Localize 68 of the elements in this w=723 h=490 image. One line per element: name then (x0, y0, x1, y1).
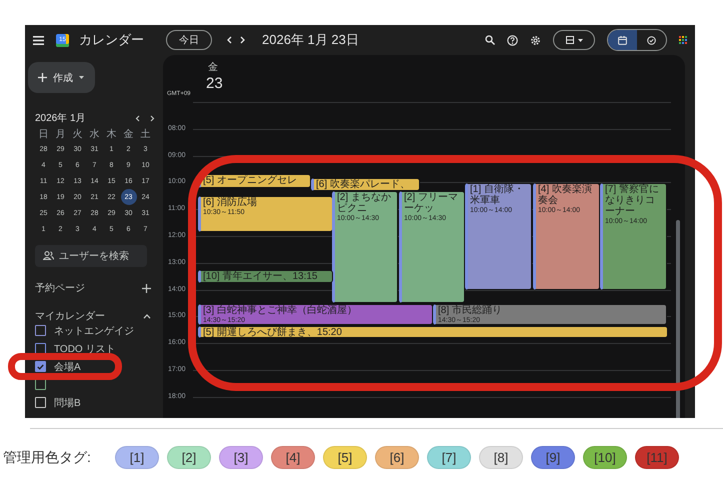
event-title: [6] 吹奏楽パレード、 (316, 179, 410, 190)
plus-icon (38, 73, 47, 82)
checkbox[interactable] (35, 379, 46, 390)
event-card[interactable]: [6] 吹奏楽パレード、 (311, 178, 420, 191)
color-tag: [1] (115, 446, 159, 469)
weekday-label: 日 (38, 128, 50, 141)
event-title: [3] 白蛇神事とご神幸（白蛇酒屋） (203, 305, 357, 316)
color-tag: [8] (479, 446, 523, 469)
weekday-label: 金 (208, 61, 218, 74)
view-select[interactable] (553, 30, 595, 50)
color-tag: [10] (583, 446, 627, 469)
date-title: 2026年 1月 23日 (262, 31, 359, 49)
section-title: マイカレンダー (35, 310, 106, 323)
day-number: 23 (206, 75, 223, 92)
calendar-icon (618, 36, 627, 44)
calendar-view-button[interactable] (608, 30, 637, 50)
scrollbar[interactable] (676, 220, 680, 418)
event-title: [5] 開運しろへび餅まき、15:20 (203, 327, 342, 337)
weekday-label: 水 (88, 128, 100, 141)
color-tag: [4] (271, 446, 315, 469)
color-tag: [7] (427, 446, 471, 469)
calendar-name: 問場B (54, 396, 81, 410)
color-tag: [6] (375, 446, 419, 469)
settings-icon[interactable] (530, 34, 541, 46)
checkbox[interactable] (35, 397, 46, 408)
weekday-label: 月 (54, 128, 66, 141)
people-icon (43, 251, 54, 260)
calendar-name: TODO リスト (54, 342, 116, 356)
checkbox[interactable] (35, 325, 46, 336)
apps-grid-icon[interactable] (679, 36, 687, 44)
menu-icon[interactable] (33, 36, 44, 44)
app-title: カレンダー (79, 31, 144, 49)
event-title: [10] 青年エイサー、13:15 (203, 271, 318, 282)
calendar-name: 会場A (54, 360, 81, 374)
color-tag: [9] (531, 446, 575, 469)
calendar-name: ネットエンゲイジ (54, 324, 134, 338)
chevron-right-icon[interactable] (240, 36, 246, 44)
search-icon[interactable] (485, 35, 495, 45)
checkbox[interactable] (35, 343, 46, 354)
weekday-label: 木 (106, 128, 118, 141)
event-card[interactable]: [5] 開運しろへび餅まき、15:20 (198, 326, 668, 338)
color-tag: [3] (219, 446, 263, 469)
event-title: [2] まちなかピクニ (337, 192, 392, 214)
weekday-label: 土 (140, 128, 152, 141)
section-title: 予約ページ (35, 282, 86, 295)
color-tag: [2] (167, 446, 211, 469)
caret-icon (578, 38, 582, 42)
checkbox[interactable] (35, 361, 46, 372)
event-title: [2] フリーマーケッ (404, 192, 459, 214)
people-search-field[interactable]: ユーザーを検索 (35, 245, 147, 267)
today-button[interactable]: 今日 (166, 30, 212, 50)
legend-label: 管理用色タグ: (3, 448, 92, 466)
weekday-label: 金 (122, 128, 134, 141)
chevron-left-icon[interactable] (226, 36, 232, 44)
chevron-left-icon[interactable] (135, 114, 140, 122)
plus-icon[interactable] (142, 284, 151, 292)
color-tag: [5] (323, 446, 367, 469)
weekday-label: 火 (72, 128, 84, 141)
color-tag: [11] (635, 446, 679, 469)
chevron-right-icon[interactable] (150, 114, 155, 122)
layout-icon (566, 36, 574, 44)
check-circle-icon (647, 36, 656, 44)
help-icon[interactable] (507, 34, 518, 46)
caret-icon (79, 76, 84, 79)
chevron-icon[interactable] (143, 314, 151, 318)
create-button[interactable]: 作成 (28, 62, 95, 93)
month-title: 2026年 1月 (35, 112, 86, 125)
event-card[interactable]: [10] 青年エイサー、13:15 (198, 270, 333, 283)
